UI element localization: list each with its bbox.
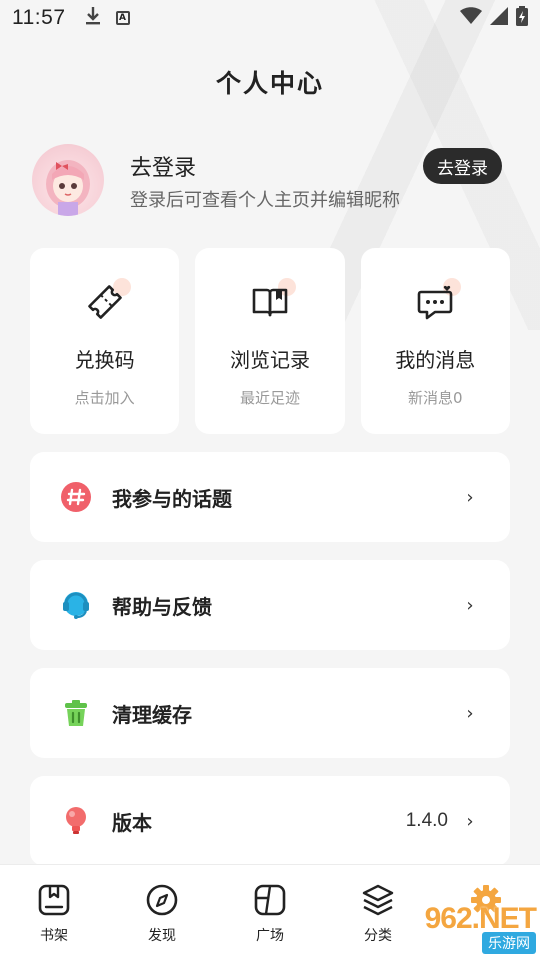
download-icon bbox=[84, 6, 102, 31]
card-subtitle: 最近足迹 bbox=[239, 389, 300, 407]
headset-icon bbox=[60, 589, 92, 621]
signal-icon bbox=[490, 6, 508, 30]
menu-item-version[interactable]: 版本 1.4.0 › bbox=[30, 776, 510, 866]
chevron-right-icon: › bbox=[466, 486, 474, 508]
wifi-icon bbox=[460, 6, 482, 30]
version-value: 1.4.0 bbox=[405, 810, 448, 831]
status-time: 11:57 bbox=[12, 6, 66, 29]
page-title: 个人中心 bbox=[215, 69, 324, 98]
card-title: 浏览记录 bbox=[229, 348, 310, 372]
layers-icon bbox=[362, 884, 394, 916]
hashtag-icon bbox=[60, 481, 92, 513]
card-subtitle: 新消息0 bbox=[408, 389, 463, 407]
card-subtitle: 点击加入 bbox=[74, 389, 135, 407]
font-badge-icon: A bbox=[115, 11, 130, 25]
menu-item-help-feedback[interactable]: 帮助与反馈 › bbox=[30, 560, 510, 650]
nav-item-discover[interactable]: 发现 bbox=[108, 865, 216, 960]
trash-icon bbox=[60, 697, 92, 729]
nav-item-bookshelf[interactable]: 书架 bbox=[0, 865, 108, 960]
menu-label: 帮助与反馈 bbox=[112, 594, 212, 619]
message-icon bbox=[413, 278, 462, 324]
login-button[interactable]: 去登录 bbox=[423, 148, 502, 184]
chevron-right-icon: › bbox=[466, 594, 474, 616]
compass-icon bbox=[146, 884, 178, 916]
card-redeem-code[interactable]: 兑换码 点击加入 bbox=[30, 248, 180, 434]
book-icon bbox=[248, 278, 296, 324]
battery-icon bbox=[516, 5, 528, 31]
nav-item-plaza[interactable]: 广场 bbox=[216, 865, 324, 960]
profile-subtitle: 登录后可查看个人主页并编辑昵称 bbox=[130, 190, 400, 211]
watermark-bottom: 乐游网 bbox=[482, 932, 536, 954]
nav-label: 书架 bbox=[40, 928, 68, 944]
bulb-icon bbox=[60, 805, 92, 837]
menu-item-topics[interactable]: 我参与的话题 › bbox=[30, 452, 510, 542]
card-title: 我的消息 bbox=[395, 348, 476, 372]
menu-label: 我参与的话题 bbox=[112, 486, 232, 511]
ticket-icon bbox=[83, 278, 131, 324]
nav-label: 分类 bbox=[364, 928, 392, 944]
nav-label: 广场 bbox=[256, 928, 284, 944]
square-icon bbox=[254, 884, 286, 916]
card-browse-history[interactable]: 浏览记录 最近足迹 bbox=[195, 248, 345, 434]
watermark-logo: 962.NET 乐游网 bbox=[400, 900, 537, 956]
menu-label: 清理缓存 bbox=[112, 702, 192, 727]
nav-label: 发现 bbox=[148, 928, 176, 944]
card-title: 兑换码 bbox=[74, 348, 135, 372]
watermark-top: 962.NET bbox=[424, 902, 537, 935]
bookshelf-icon bbox=[38, 884, 70, 916]
avatar[interactable] bbox=[32, 144, 104, 216]
chevron-right-icon: › bbox=[466, 810, 474, 832]
menu-item-clear-cache[interactable]: 清理缓存 › bbox=[30, 668, 510, 758]
menu-label: 版本 bbox=[112, 810, 152, 835]
profile-section: 去登录 登录后可查看个人主页并编辑昵称 去登录 bbox=[30, 142, 510, 222]
profile-name[interactable]: 去登录 bbox=[130, 150, 196, 182]
chevron-right-icon: › bbox=[466, 702, 474, 724]
quick-cards: 兑换码 点击加入 浏览记录 最近足迹 我的消息 新消息0 bbox=[30, 248, 510, 434]
card-my-messages[interactable]: 我的消息 新消息0 bbox=[360, 248, 510, 434]
status-bar: 11:57 A bbox=[0, 0, 540, 36]
